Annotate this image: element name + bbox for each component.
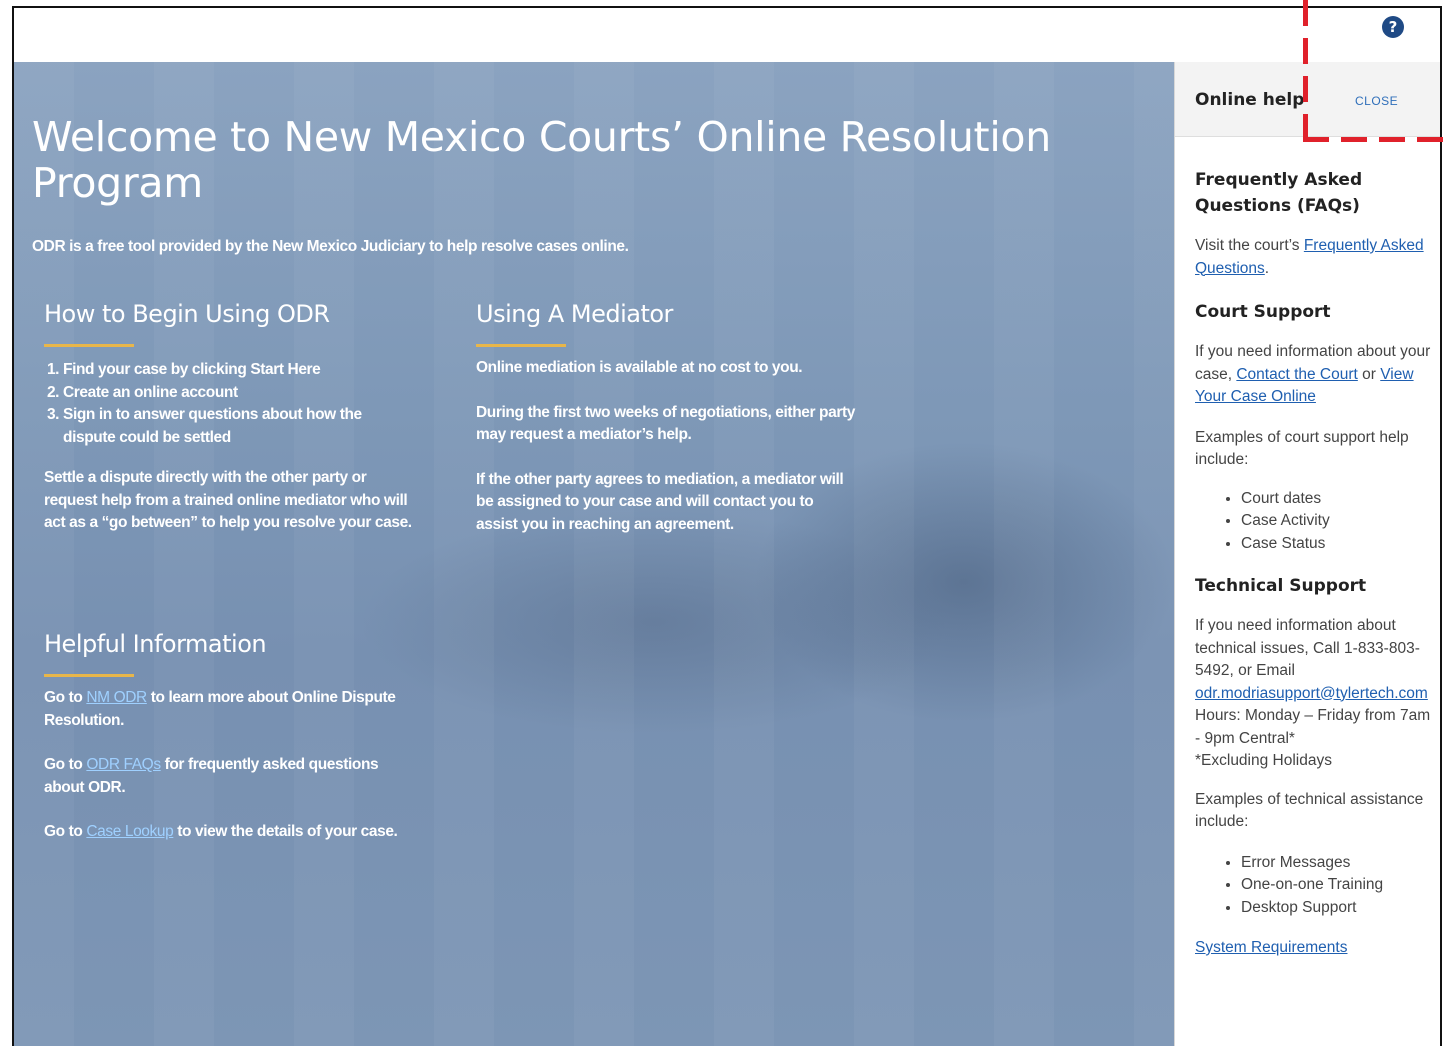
- technical-support-text: If you need information about technical …: [1195, 617, 1420, 679]
- section-title-mediator: Using A Mediator: [476, 300, 673, 328]
- court-support-text: If you need information about your case,…: [1195, 343, 1431, 405]
- system-requirements: System Requirements: [1195, 937, 1431, 960]
- panel-header: Online help CLOSE: [1175, 62, 1440, 137]
- helpful-item: Go to NM ODR to learn more about Online …: [44, 689, 396, 729]
- list-item: Case Status: [1241, 533, 1431, 556]
- technical-examples-label: Examples of technical assistance include…: [1195, 790, 1424, 831]
- mediator-paragraph: During the first two weeks of negotiatio…: [476, 403, 855, 444]
- support-email: odr.modriasupport@tylertech.com: [1195, 683, 1431, 706]
- accent-rule: [476, 344, 566, 347]
- support-hours: Hours: Monday – Friday from 7am - 9pm Ce…: [1195, 707, 1431, 747]
- helpful-item: Go to Case Lookup to view the details of…: [44, 823, 398, 840]
- page-title: Welcome to New Mexico Courts’ Online Res…: [32, 113, 1051, 207]
- mediator-paragraph: If the other party agrees to mediation, …: [476, 470, 844, 533]
- technical-support-heading: Technical Support: [1195, 576, 1367, 596]
- step-item: Sign in to answer questions about how th…: [63, 404, 414, 449]
- accent-rule: [44, 674, 134, 677]
- annotation-dashed-line-horizontal: [1303, 137, 1450, 142]
- panel-title: Online help: [1195, 90, 1305, 110]
- helpful-item: Go to ODR FAQs for frequently asked ques…: [44, 756, 379, 796]
- top-bar: ?: [14, 8, 1440, 63]
- support-holidays: *Excluding Holidays: [1195, 752, 1332, 769]
- step-item: Find your case by clicking Start Here: [63, 359, 414, 382]
- app-frame: ? Welcome to New Mexico Courts’ Online R…: [12, 6, 1442, 1046]
- technical-examples-list: Error Messages One-on-one Training Deskt…: [1195, 852, 1431, 920]
- page-subtitle: ODR is a free tool provided by the New M…: [32, 238, 629, 255]
- case-lookup-link[interactable]: Case Lookup: [86, 823, 173, 840]
- court-examples-label: Examples of court support help include:: [1195, 428, 1409, 469]
- mediator-section: Using A Mediator Online mediation is ava…: [476, 300, 856, 536]
- accent-rule: [44, 344, 134, 347]
- section-title-how-to-begin: How to Begin Using ODR: [44, 300, 330, 328]
- list-item: Case Activity: [1241, 510, 1431, 533]
- helpful-info-section: Helpful Information Go to NM ODR to lear…: [44, 630, 414, 844]
- steps-list: Find your case by clicking Start Here Cr…: [44, 359, 414, 449]
- list-item: Court dates: [1241, 488, 1431, 511]
- odr-faqs-link[interactable]: ODR FAQs: [86, 756, 161, 773]
- list-item: Error Messages: [1241, 852, 1431, 875]
- annotation-dashed-line-vertical: [1303, 0, 1308, 142]
- court-support-heading: Court Support: [1195, 302, 1331, 322]
- close-button[interactable]: CLOSE: [1355, 94, 1398, 108]
- mediator-paragraph: Online mediation is available at no cost…: [476, 359, 803, 376]
- list-item: Desktop Support: [1241, 897, 1431, 920]
- step-item: Create an online account: [63, 382, 414, 405]
- panel-body: Frequently Asked Questions (FAQs) Visit …: [1175, 167, 1440, 960]
- court-examples-list: Court dates Case Activity Case Status: [1195, 488, 1431, 556]
- how-to-begin-section: How to Begin Using ODR Find your case by…: [44, 300, 414, 535]
- system-requirements-link[interactable]: System Requirements: [1195, 939, 1347, 956]
- support-email-link[interactable]: odr.modriasupport@tylertech.com: [1195, 685, 1428, 702]
- list-item: One-on-one Training: [1241, 874, 1431, 897]
- hero-section: Welcome to New Mexico Courts’ Online Res…: [14, 62, 1174, 1046]
- online-help-panel: Online help CLOSE Frequently Asked Quest…: [1174, 62, 1440, 1046]
- how-to-begin-description: Settle a dispute directly with the other…: [44, 469, 412, 531]
- hero-content: Welcome to New Mexico Courts’ Online Res…: [14, 62, 1174, 1046]
- faq-text: Visit the court’s Frequently Asked Quest…: [1195, 237, 1424, 277]
- faq-heading: Frequently Asked Questions (FAQs): [1195, 170, 1363, 216]
- section-title-helpful-info: Helpful Information: [44, 630, 267, 658]
- contact-court-link[interactable]: Contact the Court: [1236, 366, 1357, 383]
- help-icon[interactable]: ?: [1382, 16, 1404, 38]
- nm-odr-link[interactable]: NM ODR: [86, 689, 147, 706]
